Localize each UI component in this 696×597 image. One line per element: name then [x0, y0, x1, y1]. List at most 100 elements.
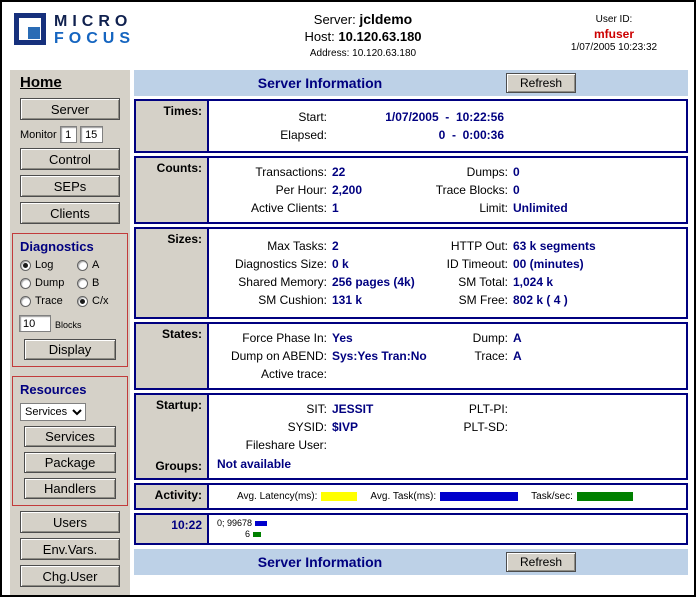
pair-value: 1 [332, 199, 407, 217]
sidebar: Home Server Monitor Control SEPs Clients… [10, 70, 130, 597]
host-label: Host: [304, 29, 334, 44]
page-title: Server Information [134, 75, 506, 91]
blocks-input[interactable] [19, 315, 51, 332]
seps-button[interactable]: SEPs [20, 175, 120, 197]
pair-value [513, 418, 682, 436]
pair-value: A [513, 329, 682, 347]
task-sec-legend-label: Task/sec: [531, 491, 573, 502]
radio-a-icon[interactable] [77, 260, 88, 271]
monitor-count-input[interactable] [80, 126, 103, 143]
chg-user-button[interactable]: Chg.User [20, 565, 120, 587]
task-ms-legend-swatch [440, 492, 518, 501]
radio-trace-label: Trace [35, 295, 63, 307]
control-button[interactable]: Control [20, 148, 120, 170]
pair-value: Sys:Yes Tran:No [332, 347, 407, 365]
pair-value: 2,200 [332, 181, 407, 199]
pair-label: Fileshare User: [209, 436, 332, 454]
states-section: States: Force Phase In: Yes Dump: A Dump… [134, 322, 688, 390]
activity-sample-line1-text: 0; 99678 [217, 518, 252, 529]
micro-focus-logo-icon [14, 13, 46, 45]
address-label: Address: [310, 48, 349, 59]
pair-value: A [513, 347, 682, 365]
activity-row-label: Activity: [136, 485, 209, 508]
startup-row-label: Startup: [136, 398, 202, 412]
monitor-interval-input[interactable] [60, 126, 77, 143]
pair-label: Trace Blocks: [407, 181, 513, 199]
pair-value [332, 365, 407, 383]
activity-sample-content: 0; 99678 6 [209, 515, 686, 543]
pair-label: SM Total: [407, 273, 513, 291]
resources-select[interactable]: Services [20, 403, 86, 421]
users-button[interactable]: Users [20, 511, 120, 533]
pair-value: $IVP [332, 418, 407, 436]
user-id-value: mfuser [544, 27, 684, 41]
radio-dump[interactable]: Dump [20, 277, 77, 289]
sizes-row-label: Sizes: [136, 229, 209, 317]
pair-value: Yes [332, 329, 407, 347]
pair-value: Unlimited [513, 199, 682, 217]
elapsed-label: Elapsed: [209, 126, 332, 144]
blocks-row: Blocks [19, 315, 127, 332]
server-information-footer-bar: Server Information Refresh [134, 549, 688, 575]
activity-sample-section: 10:22 0; 99678 6 [134, 513, 688, 545]
home-link[interactable]: Home [20, 74, 62, 91]
startup-content: SIT: JESSIT PLT-PI: SYSID: $IVP PLT-SD: … [209, 395, 686, 478]
pair-label: SM Free: [407, 291, 513, 309]
states-row-label: States: [136, 324, 209, 388]
groups-row-label: Groups: [136, 459, 202, 473]
server-button[interactable]: Server [20, 98, 120, 120]
radio-cx[interactable]: C/x [77, 295, 127, 307]
package-button[interactable]: Package [24, 452, 116, 473]
radio-log-label: Log [35, 259, 53, 271]
pair-value: 0 k [332, 255, 407, 273]
services-button[interactable]: Services [24, 426, 116, 447]
diagnostics-radio-group: Log A Dump B [20, 259, 127, 307]
refresh-button[interactable]: Refresh [506, 73, 576, 93]
pair-label: Diagnostics Size: [209, 255, 332, 273]
micro-focus-logo: MICRO FOCUS [14, 10, 182, 68]
task-sec-legend-swatch [577, 492, 633, 501]
handlers-button[interactable]: Handlers [24, 478, 116, 499]
startup-section: Startup: Groups: SIT: JESSIT PLT-PI: SYS… [134, 393, 688, 480]
elapsed-value: 0 - 0:00:36 [332, 126, 504, 144]
radio-trace-icon[interactable] [20, 296, 31, 307]
pair-label: Per Hour: [209, 181, 332, 199]
radio-log-icon[interactable] [20, 260, 31, 271]
monitor-label: Monitor [20, 129, 57, 141]
footer-refresh-button[interactable]: Refresh [506, 552, 576, 572]
display-button[interactable]: Display [24, 339, 116, 360]
pair-label: Dump: [407, 329, 513, 347]
radio-trace[interactable]: Trace [20, 295, 77, 307]
env-vars-button[interactable]: Env.Vars. [20, 538, 120, 560]
radio-cx-icon[interactable] [77, 296, 88, 307]
activity-section: Activity: Avg. Latency(ms): Avg. Task(ms… [134, 483, 688, 510]
radio-a[interactable]: A [77, 259, 127, 271]
radio-log[interactable]: Log [20, 259, 77, 271]
radio-dump-icon[interactable] [20, 278, 31, 289]
pair-value: 00 (minutes) [513, 255, 682, 273]
states-content: Force Phase In: Yes Dump: A Dump on ABEN… [209, 324, 686, 388]
radio-b[interactable]: B [77, 277, 127, 289]
pair-label: Force Phase In: [209, 329, 332, 347]
pair-value: 256 pages (4k) [332, 273, 407, 291]
blocks-label: Blocks [55, 320, 82, 332]
activity-time-label: 10:22 [136, 515, 209, 543]
resources-title: Resources [20, 382, 127, 397]
pair-label: Max Tasks: [209, 237, 332, 255]
logo-word-micro: MICRO [54, 13, 135, 30]
radio-b-icon[interactable] [77, 278, 88, 289]
micro-focus-logo-text: MICRO FOCUS [54, 13, 135, 47]
main-content: Server Information Refresh Times: Start:… [134, 70, 688, 575]
pair-label: HTTP Out: [407, 237, 513, 255]
groups-value: Not available [209, 456, 686, 478]
monitor-row: Monitor [20, 126, 126, 143]
radio-b-label: B [92, 277, 99, 289]
activity-sample-line1-bar [255, 521, 267, 526]
latency-legend-label: Avg. Latency(ms): [237, 491, 317, 502]
start-value: 1/07/2005 - 10:22:56 [332, 108, 504, 126]
server-name: jcldemo [359, 11, 412, 27]
sidebar-panel: Home Server Monitor Control SEPs Clients… [10, 70, 130, 597]
clients-button[interactable]: Clients [20, 202, 120, 224]
pair-value: 63 k segments [513, 237, 682, 255]
server-information-header-bar: Server Information Refresh [134, 70, 688, 96]
